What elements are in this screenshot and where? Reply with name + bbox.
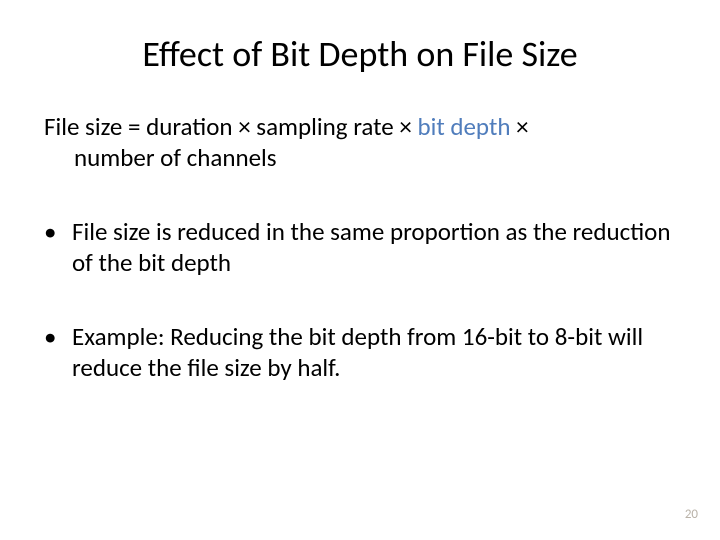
times-symbol: ×	[516, 111, 528, 142]
times-symbol: ×	[399, 111, 411, 142]
bullet-marker-icon: •	[44, 217, 72, 278]
bullet-marker-icon: •	[44, 322, 72, 383]
bullet-text: File size is reduced in the same proport…	[72, 217, 678, 278]
formula-line-1: File size = duration × sampling rate × b…	[44, 112, 678, 143]
bullet-text: Example: Reducing the bit depth from 16-…	[72, 322, 678, 383]
formula-highlight: bit depth	[417, 111, 510, 142]
times-symbol: ×	[238, 111, 250, 142]
bullet-item: • Example: Reducing the bit depth from 1…	[42, 322, 678, 383]
bullet-item: • File size is reduced in the same propo…	[42, 217, 678, 278]
page-number: 20	[685, 507, 698, 522]
formula-line-2: number of channels	[44, 143, 678, 174]
formula-mid1: sampling rate	[251, 111, 400, 142]
slide: Effect of Bit Depth on File Size File si…	[0, 0, 720, 540]
slide-title: Effect of Bit Depth on File Size	[42, 32, 678, 76]
formula-prefix: File size = duration	[44, 111, 238, 142]
slide-body: File size = duration × sampling rate × b…	[42, 112, 678, 383]
formula-block: File size = duration × sampling rate × b…	[42, 112, 678, 173]
